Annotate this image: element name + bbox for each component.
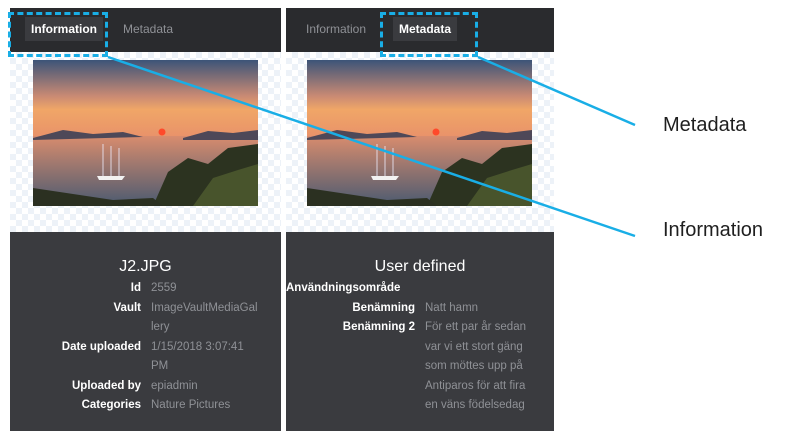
metadata-callout-label: Metadata: [663, 114, 747, 136]
information-callout-label: Information: [663, 219, 764, 241]
callout-lines: [107, 55, 636, 238]
information-callout-line: [107, 55, 636, 238]
metadata-callout-line: [477, 55, 636, 127]
